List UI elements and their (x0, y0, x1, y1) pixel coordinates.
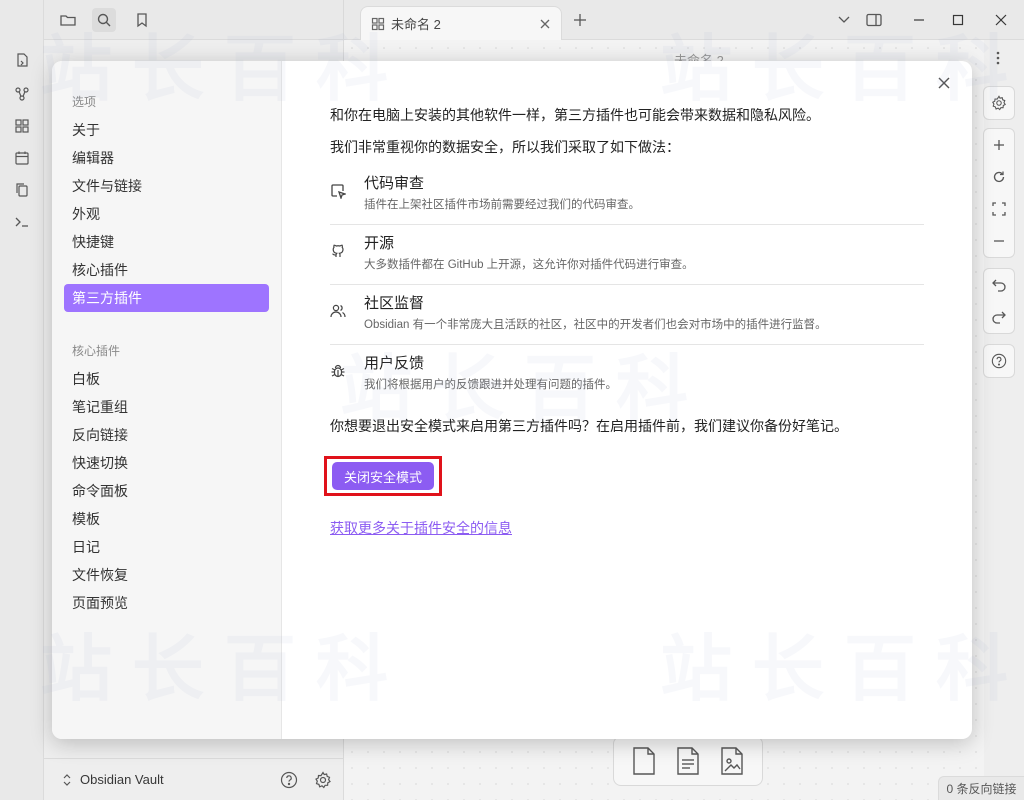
sidebar-item-note-composer[interactable]: 笔记重组 (64, 393, 269, 421)
safe-mode-question: 你想要退出安全模式来启用第三方插件吗？在启用插件前，我们建议你备份好笔记。 (330, 418, 848, 434)
settings-sidebar: 选项 关于 编辑器 文件与链接 外观 快捷键 核心插件 第三方插件 核心插件 白… (52, 61, 282, 739)
plugin-security-link[interactable]: 获取更多关于插件安全的信息 (330, 518, 512, 538)
sidebar-item-hotkeys[interactable]: 快捷键 (64, 228, 269, 256)
feature-code-review: 代码审查 插件在上架社区插件市场前需要经过我们的代码审查。 (330, 165, 924, 225)
sidebar-item-community-plugins[interactable]: 第三方插件 (64, 284, 269, 312)
feature-desc: 插件在上架社区插件市场前需要经过我们的代码审查。 (364, 199, 640, 211)
feature-desc: 大多数插件都在 GitHub 上开源，这允许你对插件代码进行审查。 (364, 259, 694, 271)
feature-title: 代码审查 (364, 175, 425, 192)
feature-open-source: 开源 大多数插件都在 GitHub 上开源，这允许你对插件代码进行审查。 (330, 225, 924, 285)
sidebar-item-canvas[interactable]: 白板 (64, 365, 269, 393)
sidebar-item-about[interactable]: 关于 (64, 116, 269, 144)
feature-title: 开源 (364, 235, 395, 252)
community-icon (330, 303, 346, 319)
sidebar-item-templates[interactable]: 模板 (64, 505, 269, 533)
sidebar-item-editor[interactable]: 编辑器 (64, 144, 269, 172)
sidebar-item-quick-switcher[interactable]: 快速切换 (64, 449, 269, 477)
sidebar-item-backlinks[interactable]: 反向链接 (64, 421, 269, 449)
settings-content: 和你在电脑上安装的其他软件一样，第三方插件也可能会带来数据和隐私风险。 我们非常… (282, 61, 972, 739)
feature-user-feedback: 用户反馈 我们将根据用户的反馈跟进并处理有问题的插件。 (330, 345, 924, 404)
feature-community: 社区监督 Obsidian 有一个非常庞大且活跃的社区，社区中的开发者们也会对市… (330, 285, 924, 345)
options-heading: 选项 (72, 95, 97, 109)
sidebar-item-core-plugins[interactable]: 核心插件 (64, 256, 269, 284)
modal-close-icon[interactable] (932, 71, 956, 95)
sidebar-item-file-recovery[interactable]: 文件恢复 (64, 561, 269, 589)
code-review-icon (330, 183, 348, 201)
turn-off-safe-mode-button[interactable]: 关闭安全模式 (332, 462, 434, 490)
measures-text: 我们非常重视你的数据安全，所以我们采取了如下做法： (330, 139, 680, 155)
highlight-box: 关闭安全模式 (324, 456, 442, 496)
core-plugins-heading: 核心插件 (72, 344, 121, 358)
feature-desc: 我们将根据用户的反馈跟进并处理有问题的插件。 (364, 379, 617, 391)
bug-icon (330, 363, 346, 379)
sidebar-item-page-preview[interactable]: 页面预览 (64, 589, 269, 617)
sidebar-item-command-palette[interactable]: 命令面板 (64, 477, 269, 505)
feature-title: 用户反馈 (364, 355, 425, 372)
risk-intro-text: 和你在电脑上安装的其他软件一样，第三方插件也可能会带来数据和隐私风险。 (330, 107, 820, 123)
github-icon (330, 243, 346, 259)
sidebar-item-appearance[interactable]: 外观 (64, 200, 269, 228)
sidebar-item-daily-notes[interactable]: 日记 (64, 533, 269, 561)
feature-desc: Obsidian 有一个非常庞大且活跃的社区，社区中的开发者们也会对市场中的插件… (364, 319, 827, 331)
sidebar-item-files-links[interactable]: 文件与链接 (64, 172, 269, 200)
feature-title: 社区监督 (364, 295, 425, 312)
settings-modal: 选项 关于 编辑器 文件与链接 外观 快捷键 核心插件 第三方插件 核心插件 白… (52, 61, 972, 739)
